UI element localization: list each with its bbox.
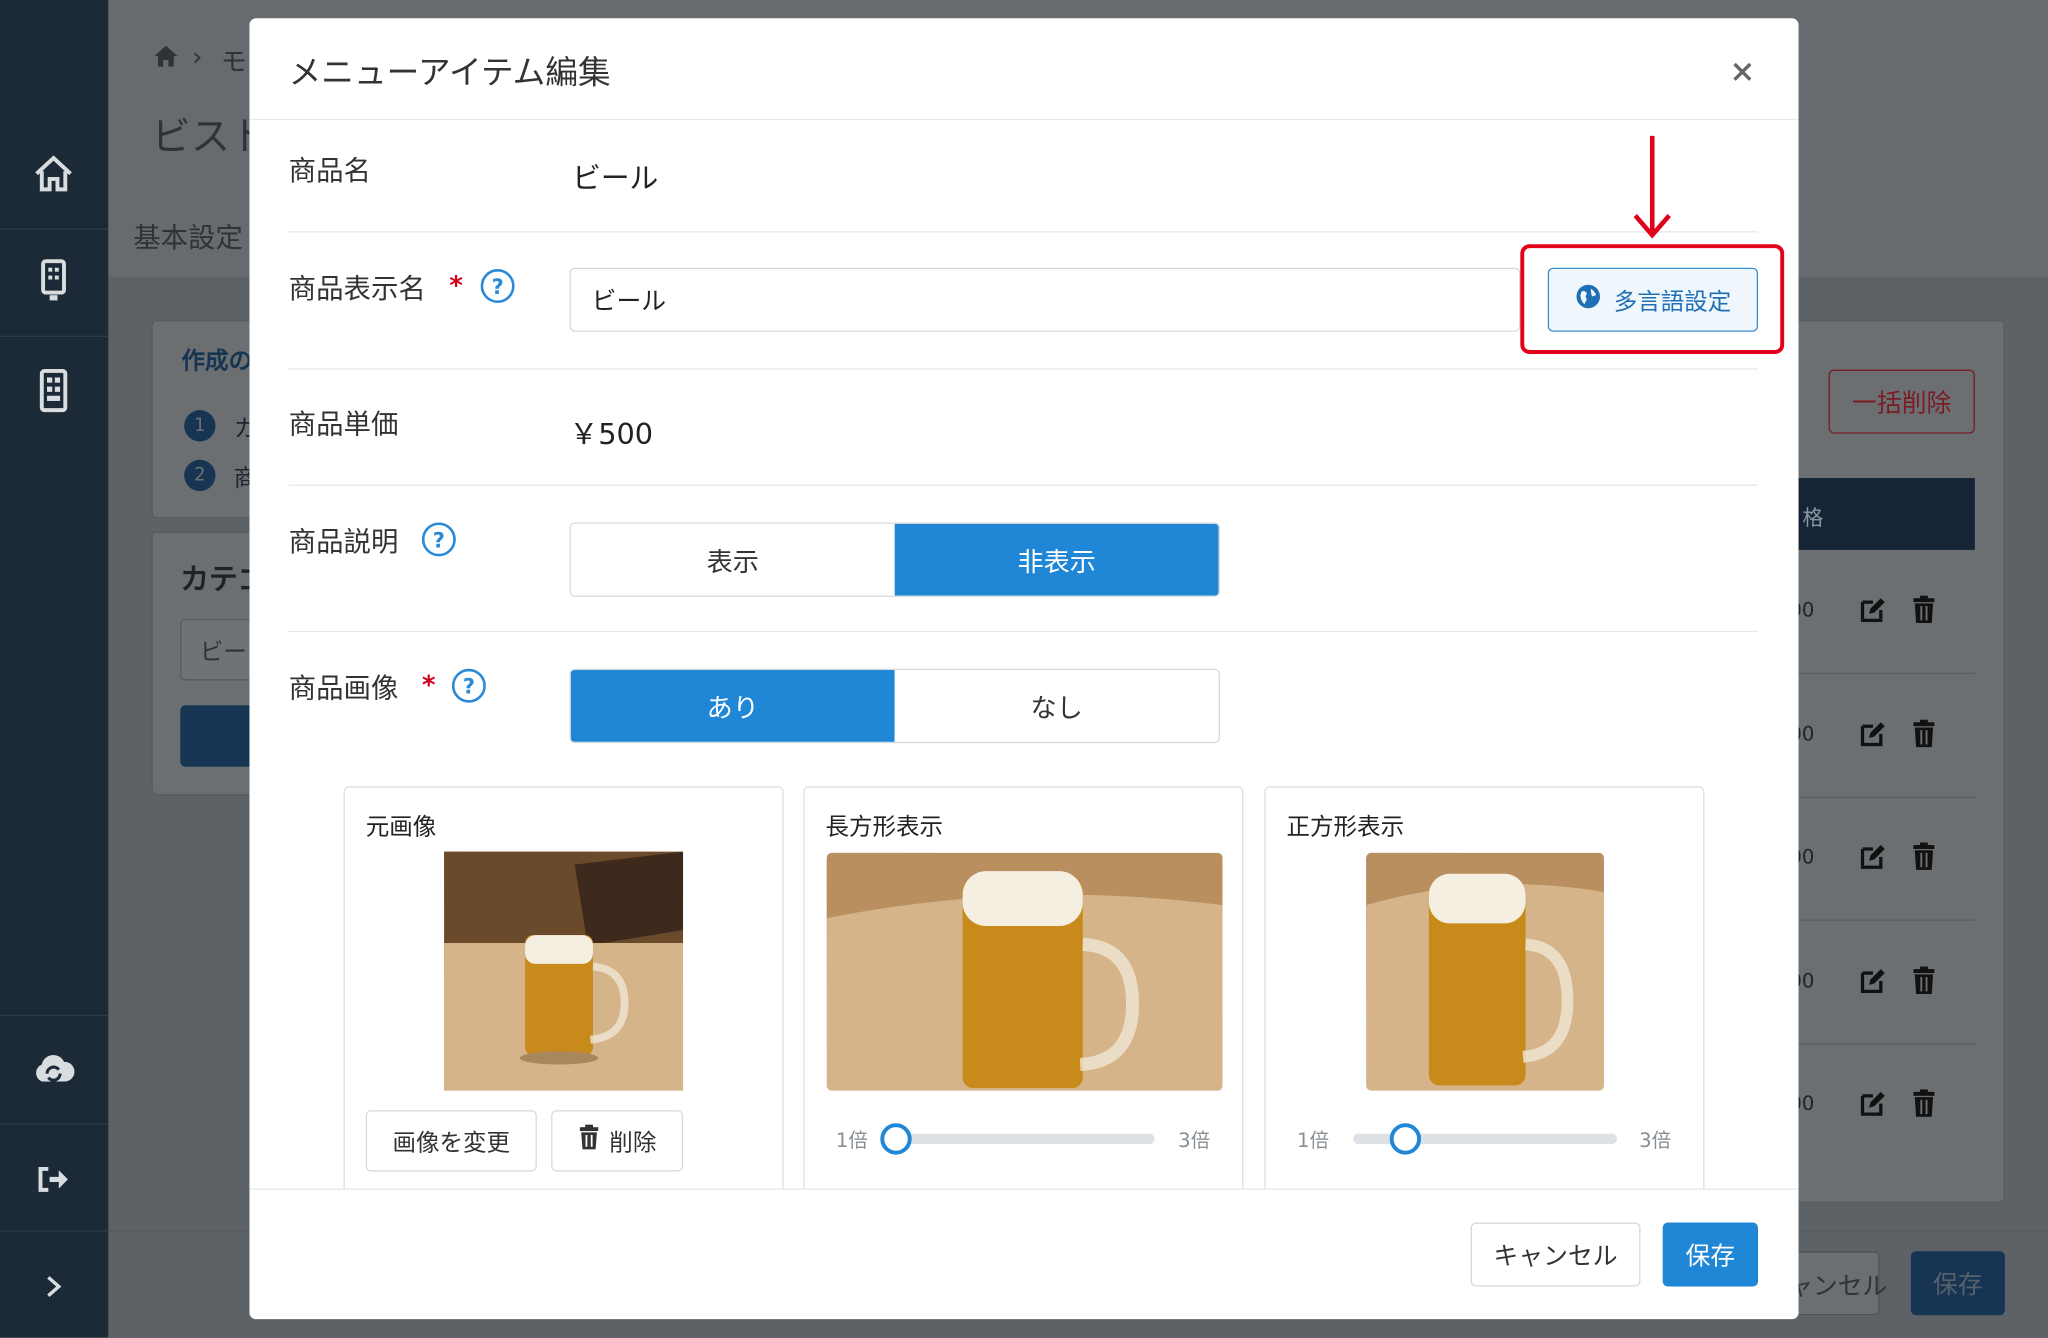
square-zoom-knob[interactable] — [1390, 1123, 1422, 1155]
product-name-value: ビール — [572, 163, 659, 196]
rectangle-preview-title: 長方形表示 — [825, 813, 944, 842]
beer-photo-original — [444, 851, 684, 1091]
product-name-label: 商品名 — [288, 155, 371, 187]
square-zoom-min: 1倍 — [1296, 1128, 1330, 1152]
cloud-sync-icon[interactable] — [29, 1045, 79, 1095]
edit-icon[interactable] — [1859, 967, 1888, 1001]
rect-zoom-min: 1倍 — [835, 1128, 868, 1152]
price-value: ￥500 — [569, 419, 654, 452]
delete-image-button[interactable]: 削除 — [551, 1110, 684, 1172]
display-name-input[interactable] — [569, 267, 1521, 332]
multilang-button-label: 多言語設定 — [1613, 287, 1732, 316]
edit-icon[interactable] — [1859, 842, 1888, 876]
trash-icon[interactable] — [1912, 1089, 1936, 1123]
image-label: 商品画像 — [288, 672, 399, 704]
red-arrow-icon — [1631, 133, 1673, 245]
change-image-button[interactable]: 画像を変更 — [365, 1110, 537, 1172]
cancel-button[interactable]: キャンセル — [1470, 1222, 1641, 1287]
edit-icon[interactable] — [1859, 596, 1888, 630]
price-label: 商品単価 — [288, 408, 399, 441]
guide-step-1-badge: 1 — [184, 410, 216, 442]
image-help-icon[interactable]: ? — [451, 668, 486, 703]
rect-zoom-max: 3倍 — [1178, 1128, 1211, 1152]
breadcrumb-home-icon — [152, 43, 181, 74]
close-icon[interactable] — [1723, 52, 1762, 91]
original-image-card: 元画像 画像を変更 削除 — [343, 786, 784, 1205]
save-button[interactable]: 保存 — [1662, 1222, 1759, 1287]
tab-basic-settings[interactable]: 基本設定 — [133, 217, 243, 256]
multilang-settings-button[interactable]: 多言語設定 — [1547, 267, 1759, 332]
square-preview-card: 正方形表示 1倍 3倍 — [1264, 786, 1705, 1205]
delete-label: 削除 — [609, 1129, 657, 1157]
trash-icon[interactable] — [1912, 719, 1936, 754]
rect-zoom-knob[interactable] — [880, 1123, 912, 1155]
sidebar — [0, 0, 109, 1338]
description-option-hide[interactable]: 非表示 — [894, 523, 1219, 596]
image-toggle: あり なし — [569, 668, 1220, 744]
globe-icon — [1575, 283, 1601, 316]
bottom-save-button[interactable]: 保存 — [1910, 1251, 2005, 1316]
image-option-yes[interactable]: あり — [570, 670, 895, 742]
dialog-title: メニューアイテム編集 — [288, 53, 611, 92]
rect-zoom-slider[interactable] — [895, 1133, 1155, 1145]
expand-sidebar-icon[interactable] — [29, 1262, 79, 1312]
trash-icon[interactable] — [1912, 842, 1936, 876]
trash-icon[interactable] — [1912, 966, 1936, 1001]
description-option-show[interactable]: 表示 — [570, 523, 895, 596]
display-name-help-icon[interactable]: ? — [480, 269, 515, 304]
square-preview-title: 正方形表示 — [1286, 813, 1405, 842]
edit-icon[interactable] — [1859, 1089, 1888, 1123]
image-option-no[interactable]: なし — [894, 670, 1219, 742]
table-header-price: 格 — [1802, 505, 1824, 531]
guide-title: 作成の — [181, 347, 253, 375]
required-mark: * — [421, 668, 436, 701]
beer-photo-rectangle — [826, 852, 1223, 1091]
trash-icon[interactable] — [1912, 595, 1936, 630]
tablet-menu-icon[interactable] — [29, 366, 79, 416]
description-label: 商品説明 — [288, 526, 399, 558]
home-icon[interactable] — [29, 149, 79, 199]
bulk-delete-button[interactable]: 一括削除 — [1828, 369, 1975, 434]
beer-photo-square — [1366, 852, 1604, 1091]
original-image-title: 元画像 — [365, 813, 437, 842]
rectangle-preview-card: 長方形表示 1倍 3倍 — [803, 786, 1244, 1205]
guide-step-2-badge: 2 — [184, 459, 216, 492]
edit-icon[interactable] — [1859, 720, 1888, 754]
description-toggle: 表示 非表示 — [569, 522, 1220, 597]
breadcrumb-item: モ — [220, 45, 247, 78]
menu-item-edit-dialog: メニューアイテム編集 商品名 ビール 商品表示名 * ? 多言語設定 商品単価 … — [249, 18, 1799, 1320]
required-mark: * — [449, 269, 463, 301]
logout-icon[interactable] — [29, 1155, 79, 1205]
trash-icon — [578, 1124, 599, 1158]
display-name-label: 商品表示名 — [288, 272, 426, 305]
category-add-button[interactable] — [180, 705, 259, 767]
kiosk-icon[interactable] — [29, 256, 79, 306]
description-help-icon[interactable]: ? — [421, 522, 456, 557]
square-zoom-max: 3倍 — [1639, 1128, 1672, 1152]
